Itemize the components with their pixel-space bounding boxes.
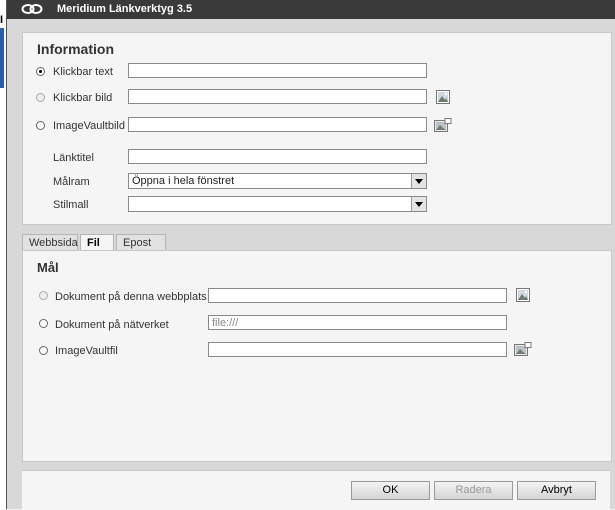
link-type-tabs: Webbsida Fil Epost xyxy=(22,234,610,251)
window-title: Meridium Länkverktyg 3.5 xyxy=(57,3,193,15)
label-dokument-natverket: Dokument på nätverket xyxy=(55,319,169,331)
radio-dokument-webbplats[interactable] xyxy=(39,291,48,300)
imagevaultbild-input[interactable] xyxy=(128,117,427,132)
malram-selected-value: Öppna i hela fönstret xyxy=(132,175,235,187)
klickbar-bild-input[interactable] xyxy=(128,89,427,104)
radio-klickbar-text[interactable] xyxy=(36,67,45,76)
stilmall-select[interactable] xyxy=(128,196,427,212)
avbryt-button[interactable]: Avbryt xyxy=(517,481,596,500)
lanktitel-input[interactable] xyxy=(128,149,427,164)
information-heading: Information xyxy=(37,41,114,57)
imagevault-icon[interactable] xyxy=(514,342,532,356)
mal-panel: Mål Dokument på denna webbplats Dokument… xyxy=(22,250,612,462)
malram-select[interactable]: Öppna i hela fönstret xyxy=(128,173,427,189)
titlebar[interactable]: Meridium Länkverktyg 3.5 xyxy=(7,0,615,19)
label-imagevaultfil: ImageVaultfil xyxy=(55,345,118,357)
background-edge-glyph: I xyxy=(0,14,4,26)
imagevaultfil-input[interactable] xyxy=(208,342,507,357)
ok-button[interactable]: OK xyxy=(351,481,430,500)
chevron-down-icon[interactable] xyxy=(411,174,426,188)
imagevault-icon[interactable] xyxy=(434,118,452,132)
dialog-footer: OK Radera Avbryt xyxy=(22,470,610,510)
radio-imagevaultbild[interactable] xyxy=(36,121,45,130)
picture-icon[interactable] xyxy=(516,288,530,302)
stilmall-label: Stilmall xyxy=(53,199,89,211)
dokument-natverket-input[interactable]: file:/// xyxy=(208,315,507,330)
lanktitel-label: Länktitel xyxy=(53,152,94,164)
chevron-down-icon[interactable] xyxy=(411,197,426,211)
radio-imagevaultfil[interactable] xyxy=(39,346,48,355)
mal-heading: Mål xyxy=(37,260,59,275)
tab-webbsida[interactable]: Webbsida xyxy=(22,234,78,250)
dokument-webbplats-input[interactable] xyxy=(208,288,507,303)
label-dokument-webbplats: Dokument på denna webbplats xyxy=(55,291,207,303)
label-klickbar-text: Klickbar text xyxy=(53,66,113,78)
link-tool-dialog: Meridium Länkverktyg 3.5 Information Kli… xyxy=(6,0,615,510)
label-imagevaultbild: ImageVaultbild xyxy=(53,120,125,132)
klickbar-text-input[interactable] xyxy=(128,63,427,78)
tab-fil[interactable]: Fil xyxy=(80,234,114,251)
background-blue-strip xyxy=(0,28,4,88)
malram-label: Målram xyxy=(53,176,90,188)
chain-link-icon xyxy=(21,4,43,14)
information-panel: Information Klickbar text Klickbar bild … xyxy=(22,32,612,225)
radio-klickbar-bild[interactable] xyxy=(36,93,45,102)
tab-epost[interactable]: Epost xyxy=(116,234,166,250)
picture-icon[interactable] xyxy=(436,90,450,104)
label-klickbar-bild: Klickbar bild xyxy=(53,92,113,104)
radio-dokument-natverket[interactable] xyxy=(39,319,48,328)
radera-button[interactable]: Radera xyxy=(434,481,513,500)
